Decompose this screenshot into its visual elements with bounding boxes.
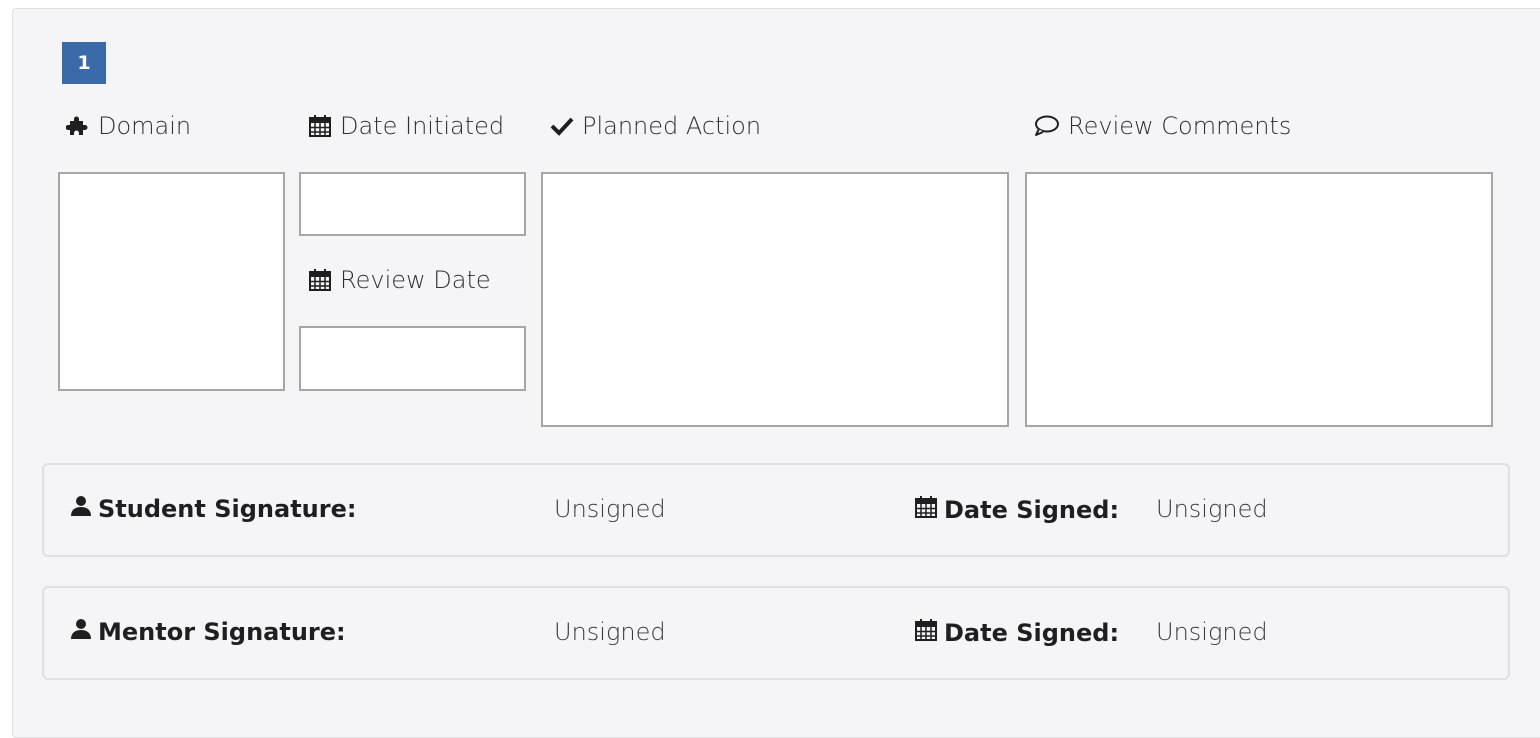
comment-icon [1034,115,1060,137]
date-initiated-label-text: Date Initiated [340,112,505,140]
mentor-signature-label-text: Mentor Signature: [98,618,346,646]
date-initiated-label: Date Initiated [308,112,504,140]
review-comments-label-text: Review Comments [1068,112,1292,140]
mentor-signature-label: Mentor Signature: [70,618,346,646]
student-date-signed-value: Unsigned [1156,495,1268,523]
mentor-date-signed-label: Date Signed: [914,618,1119,648]
user-icon [70,618,92,646]
domain-field[interactable] [58,172,285,391]
planned-action-field[interactable] [541,172,1009,427]
planned-action-label: Planned Action [550,112,761,140]
check-icon [550,115,574,137]
mentor-signature-value: Unsigned [554,618,666,646]
review-date-label-text: Review Date [340,266,491,294]
user-icon [70,495,92,523]
date-initiated-field[interactable] [299,172,526,236]
review-date-field[interactable] [299,326,526,391]
calendar-icon [308,268,332,292]
review-comments-field[interactable] [1025,172,1493,427]
student-signature-label: Student Signature: [70,495,356,523]
domain-label: Domain [66,112,191,140]
review-comments-label: Review Comments [1034,112,1291,140]
puzzle-icon [66,115,90,137]
student-date-signed-label: Date Signed: [914,495,1119,525]
planned-action-label-text: Planned Action [582,112,762,140]
calendar-icon [308,114,332,138]
student-date-signed-label-text: Date Signed: [944,496,1120,524]
mentor-date-signed-value: Unsigned [1156,618,1268,646]
calendar-icon [914,618,938,648]
student-signature-row: Student Signature: Unsigned Date Signed:… [42,463,1510,557]
domain-label-text: Domain [98,112,192,140]
student-signature-label-text: Student Signature: [98,495,357,523]
calendar-icon [914,495,938,525]
review-date-label: Review Date [308,266,491,294]
mentor-signature-row: Mentor Signature: Unsigned Date Signed: … [42,586,1510,680]
student-signature-value: Unsigned [554,495,666,523]
item-number-badge: 1 [62,42,106,84]
mentor-date-signed-label-text: Date Signed: [944,619,1120,647]
